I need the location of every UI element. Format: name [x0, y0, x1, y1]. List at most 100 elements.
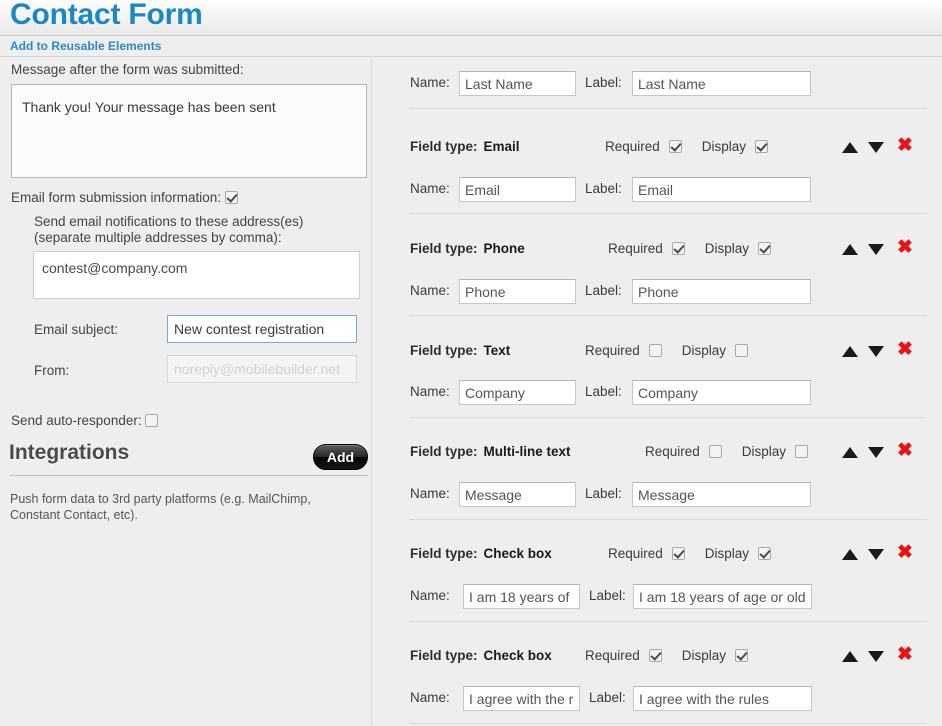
- x-close-icon[interactable]: ✖: [897, 543, 913, 562]
- required-checkbox[interactable]: [708, 445, 722, 458]
- integrations-divider: [10, 475, 368, 476]
- notification-addresses-textarea[interactable]: [33, 251, 360, 299]
- field-label-input[interactable]: [632, 279, 811, 304]
- x-close-icon[interactable]: ✖: [897, 645, 913, 664]
- required-label: Required: [585, 343, 640, 358]
- required-display-group: Required Display: [608, 546, 772, 561]
- email-subject-input[interactable]: [167, 315, 357, 343]
- field-type-row: Field type: Email: [410, 139, 520, 154]
- required-checkbox[interactable]: [648, 649, 662, 662]
- field-name-input[interactable]: [459, 177, 576, 202]
- field-name-input[interactable]: [463, 686, 580, 711]
- display-checkbox[interactable]: [735, 344, 749, 357]
- email-from-label: From:: [34, 363, 70, 378]
- integrations-description: Push form data to 3rd party platforms (e…: [10, 492, 311, 522]
- display-label: Display: [741, 444, 787, 459]
- display-checkbox[interactable]: [795, 445, 809, 458]
- field-label-input[interactable]: [632, 482, 811, 507]
- required-display-group: Required Display: [585, 648, 749, 663]
- display-checkbox[interactable]: [758, 242, 772, 255]
- field-actions: ✖: [842, 238, 913, 258]
- field-type-label: Field type:: [410, 343, 478, 358]
- email-from-input[interactable]: [167, 355, 357, 383]
- required-label: Required: [608, 546, 663, 561]
- field-label-input[interactable]: [632, 177, 811, 202]
- window-title-bar: Contact Form: [0, 0, 942, 36]
- field-separator: [410, 213, 927, 214]
- field-name-input[interactable]: [459, 279, 576, 304]
- field-actions: ✖: [842, 340, 913, 360]
- field-label-input[interactable]: [632, 380, 811, 405]
- required-checkbox[interactable]: [668, 140, 682, 153]
- triangle-down-icon[interactable]: [868, 651, 884, 662]
- field-name-input[interactable]: [459, 380, 576, 405]
- field-type-row: Field type: Phone: [410, 241, 525, 256]
- field-label-input[interactable]: [632, 71, 811, 96]
- name-label: Name:: [410, 486, 450, 501]
- add-to-reusable-elements-link[interactable]: Add to Reusable Elements: [10, 39, 161, 53]
- submitted-message-textarea[interactable]: [11, 84, 367, 178]
- label-label: Label:: [585, 384, 622, 399]
- required-checkbox[interactable]: [671, 242, 685, 255]
- triangle-down-icon[interactable]: [868, 142, 884, 153]
- label-label: Label:: [585, 486, 622, 501]
- email-subject-label: Email subject:: [34, 322, 119, 337]
- triangle-up-icon[interactable]: [842, 549, 858, 560]
- triangle-up-icon[interactable]: [842, 447, 858, 458]
- display-label: Display: [701, 139, 747, 154]
- display-checkbox[interactable]: [755, 140, 769, 153]
- field-type-row: Field type: Multi-line text: [410, 444, 571, 459]
- triangle-down-icon[interactable]: [868, 346, 884, 357]
- field-type-value: Text: [483, 343, 511, 358]
- field-type-label: Field type:: [410, 139, 478, 154]
- required-label: Required: [645, 444, 700, 459]
- triangle-up-icon[interactable]: [842, 346, 858, 357]
- field-type-row: Field type: Text: [410, 343, 510, 358]
- triangle-up-icon[interactable]: [842, 244, 858, 255]
- integrations-heading: Integrations: [9, 441, 130, 464]
- required-label: Required: [608, 241, 663, 256]
- triangle-down-icon[interactable]: [868, 447, 884, 458]
- field-type-label: Field type:: [410, 546, 478, 561]
- display-checkbox[interactable]: [735, 649, 749, 662]
- x-close-icon[interactable]: ✖: [897, 441, 913, 460]
- x-close-icon[interactable]: ✖: [897, 238, 913, 257]
- send-notifications-label-line2: (separate multiple addresses by comma):: [34, 230, 282, 245]
- send-notifications-label: Send email notifications to these addres…: [34, 214, 303, 246]
- label-label: Label:: [589, 588, 626, 603]
- field-name-input[interactable]: [459, 71, 576, 96]
- x-close-icon[interactable]: ✖: [897, 340, 913, 359]
- triangle-down-icon[interactable]: [868, 549, 884, 560]
- field-label-input[interactable]: [633, 686, 812, 711]
- field-actions: ✖: [842, 441, 913, 461]
- triangle-down-icon[interactable]: [868, 244, 884, 255]
- field-type-value: Multi-line text: [483, 444, 571, 459]
- required-display-group: Required Display: [645, 444, 809, 459]
- display-checkbox[interactable]: [758, 547, 772, 560]
- auto-responder-checkbox[interactable]: [145, 414, 159, 427]
- display-label: Display: [704, 241, 750, 256]
- name-label: Name:: [410, 384, 450, 399]
- required-checkbox[interactable]: [671, 547, 685, 560]
- triangle-up-icon[interactable]: [842, 142, 858, 153]
- field-separator: [410, 519, 927, 520]
- form-fields-panel: Name: Label: Field type: Email Required Displ…: [373, 58, 942, 726]
- required-display-group: Required Display: [605, 139, 769, 154]
- required-checkbox[interactable]: [648, 344, 662, 357]
- label-label: Label:: [585, 75, 622, 90]
- submitted-message-label: Message after the form was submitted:: [11, 62, 244, 77]
- field-name-input[interactable]: [463, 584, 580, 609]
- x-close-icon[interactable]: ✖: [897, 136, 913, 155]
- email-submission-info-checkbox[interactable]: [224, 191, 238, 204]
- field-separator: [410, 108, 927, 109]
- label-label: Label:: [585, 283, 622, 298]
- field-type-label: Field type:: [410, 241, 478, 256]
- required-display-group: Required Display: [585, 343, 749, 358]
- required-display-group: Required Display: [608, 241, 772, 256]
- panel-divider: [371, 58, 372, 726]
- field-name-input[interactable]: [459, 482, 576, 507]
- field-label-input[interactable]: [633, 584, 812, 609]
- triangle-up-icon[interactable]: [842, 651, 858, 662]
- name-label: Name:: [410, 75, 450, 90]
- add-integration-button[interactable]: Add: [313, 444, 368, 470]
